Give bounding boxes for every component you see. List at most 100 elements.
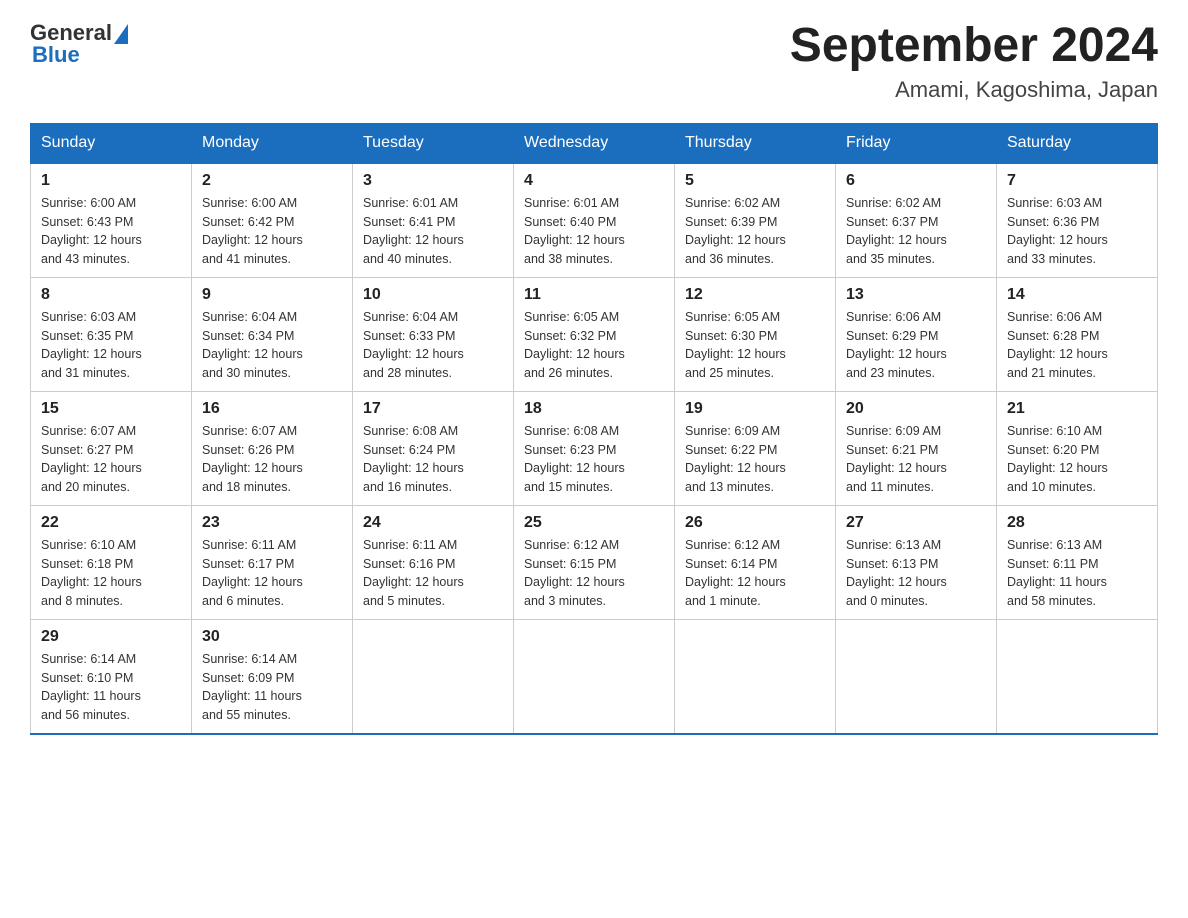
calendar-cell: 28 Sunrise: 6:13 AMSunset: 6:11 PMDayligh…	[997, 505, 1158, 619]
logo-triangle-icon	[114, 24, 128, 44]
day-info: Sunrise: 6:08 AMSunset: 6:23 PMDaylight:…	[524, 422, 664, 497]
calendar-cell: 18Sunrise: 6:08 AMSunset: 6:23 PMDayligh…	[514, 391, 675, 505]
title-block: September 2024 Amami, Kagoshima, Japan	[790, 20, 1158, 103]
calendar-cell: 17Sunrise: 6:08 AMSunset: 6:24 PMDayligh…	[353, 391, 514, 505]
day-info: Sunrise: 6:04 AMSunset: 6:34 PMDaylight:…	[202, 308, 342, 383]
calendar-week-1: 1Sunrise: 6:00 AMSunset: 6:43 PMDaylight…	[31, 163, 1158, 278]
calendar-cell: 9 Sunrise: 6:04 AMSunset: 6:34 PMDaylight…	[192, 277, 353, 391]
day-number: 15	[41, 400, 181, 418]
day-info: Sunrise: 6:13 AMSunset: 6:11 PMDaylight:…	[1007, 536, 1147, 611]
calendar-cell: 26 Sunrise: 6:12 AMSunset: 6:14 PMDayligh…	[675, 505, 836, 619]
day-info: Sunrise: 6:02 AMSunset: 6:39 PMDaylight:…	[685, 194, 825, 269]
day-number: 7	[1007, 172, 1147, 190]
month-title: September 2024	[790, 20, 1158, 73]
logo: General Blue	[30, 20, 128, 68]
day-number: 24	[363, 514, 503, 532]
calendar-table: SundayMondayTuesdayWednesdayThursdayFrid…	[30, 123, 1158, 735]
calendar-cell: 25 Sunrise: 6:12 AMSunset: 6:15 PMDayligh…	[514, 505, 675, 619]
day-number: 30	[202, 628, 342, 646]
calendar-cell: 10 Sunrise: 6:04 AMSunset: 6:33 PMDayligh…	[353, 277, 514, 391]
day-info: Sunrise: 6:10 AMSunset: 6:18 PMDaylight:…	[41, 536, 181, 611]
day-info: Sunrise: 6:06 AMSunset: 6:28 PMDaylight:…	[1007, 308, 1147, 383]
day-info: Sunrise: 6:04 AMSunset: 6:33 PMDaylight:…	[363, 308, 503, 383]
calendar-cell: 1Sunrise: 6:00 AMSunset: 6:43 PMDaylight…	[31, 163, 192, 278]
header-day-friday: Friday	[836, 123, 997, 163]
calendar-week-2: 8Sunrise: 6:03 AMSunset: 6:35 PMDaylight…	[31, 277, 1158, 391]
day-number: 26	[685, 514, 825, 532]
day-number: 9	[202, 286, 342, 304]
calendar-cell	[514, 619, 675, 734]
calendar-cell	[675, 619, 836, 734]
day-number: 28	[1007, 514, 1147, 532]
day-info: Sunrise: 6:12 AMSunset: 6:14 PMDaylight:…	[685, 536, 825, 611]
page-header: General Blue September 2024 Amami, Kagos…	[30, 20, 1158, 103]
header-day-monday: Monday	[192, 123, 353, 163]
day-number: 29	[41, 628, 181, 646]
day-number: 10	[363, 286, 503, 304]
day-number: 5	[685, 172, 825, 190]
day-info: Sunrise: 6:08 AMSunset: 6:24 PMDaylight:…	[363, 422, 503, 497]
calendar-cell: 14 Sunrise: 6:06 AMSunset: 6:28 PMDayligh…	[997, 277, 1158, 391]
day-info: Sunrise: 6:11 AMSunset: 6:16 PMDaylight:…	[363, 536, 503, 611]
calendar-cell: 7 Sunrise: 6:03 AMSunset: 6:36 PMDaylight…	[997, 163, 1158, 278]
day-number: 8	[41, 286, 181, 304]
calendar-cell: 23Sunrise: 6:11 AMSunset: 6:17 PMDayligh…	[192, 505, 353, 619]
day-number: 4	[524, 172, 664, 190]
day-number: 14	[1007, 286, 1147, 304]
calendar-cell: 15 Sunrise: 6:07 AMSunset: 6:27 PMDayligh…	[31, 391, 192, 505]
day-number: 27	[846, 514, 986, 532]
calendar-cell: 12Sunrise: 6:05 AMSunset: 6:30 PMDayligh…	[675, 277, 836, 391]
day-number: 16	[202, 400, 342, 418]
calendar-header: SundayMondayTuesdayWednesdayThursdayFrid…	[31, 123, 1158, 163]
calendar-cell: 11Sunrise: 6:05 AMSunset: 6:32 PMDayligh…	[514, 277, 675, 391]
day-info: Sunrise: 6:14 AMSunset: 6:09 PMDaylight:…	[202, 650, 342, 725]
location-subtitle: Amami, Kagoshima, Japan	[790, 77, 1158, 103]
day-number: 1	[41, 172, 181, 190]
header-day-saturday: Saturday	[997, 123, 1158, 163]
day-number: 19	[685, 400, 825, 418]
day-number: 6	[846, 172, 986, 190]
calendar-cell: 21Sunrise: 6:10 AMSunset: 6:20 PMDayligh…	[997, 391, 1158, 505]
logo-blue-text: Blue	[32, 42, 80, 68]
header-day-tuesday: Tuesday	[353, 123, 514, 163]
calendar-cell: 16 Sunrise: 6:07 AMSunset: 6:26 PMDayligh…	[192, 391, 353, 505]
calendar-cell: 24 Sunrise: 6:11 AMSunset: 6:16 PMDayligh…	[353, 505, 514, 619]
day-number: 13	[846, 286, 986, 304]
calendar-cell: 5 Sunrise: 6:02 AMSunset: 6:39 PMDaylight…	[675, 163, 836, 278]
day-info: Sunrise: 6:02 AMSunset: 6:37 PMDaylight:…	[846, 194, 986, 269]
day-number: 12	[685, 286, 825, 304]
day-info: Sunrise: 6:01 AMSunset: 6:41 PMDaylight:…	[363, 194, 503, 269]
calendar-cell: 19Sunrise: 6:09 AMSunset: 6:22 PMDayligh…	[675, 391, 836, 505]
day-number: 2	[202, 172, 342, 190]
day-number: 22	[41, 514, 181, 532]
calendar-week-3: 15 Sunrise: 6:07 AMSunset: 6:27 PMDayligh…	[31, 391, 1158, 505]
day-number: 23	[202, 514, 342, 532]
calendar-cell: 30 Sunrise: 6:14 AMSunset: 6:09 PMDayligh…	[192, 619, 353, 734]
day-info: Sunrise: 6:14 AMSunset: 6:10 PMDaylight:…	[41, 650, 181, 725]
day-info: Sunrise: 6:07 AMSunset: 6:26 PMDaylight:…	[202, 422, 342, 497]
day-info: Sunrise: 6:10 AMSunset: 6:20 PMDaylight:…	[1007, 422, 1147, 497]
calendar-week-5: 29 Sunrise: 6:14 AMSunset: 6:10 PMDayligh…	[31, 619, 1158, 734]
day-info: Sunrise: 6:00 AMSunset: 6:42 PMDaylight:…	[202, 194, 342, 269]
day-info: Sunrise: 6:03 AMSunset: 6:36 PMDaylight:…	[1007, 194, 1147, 269]
day-number: 25	[524, 514, 664, 532]
calendar-cell: 20 Sunrise: 6:09 AMSunset: 6:21 PMDayligh…	[836, 391, 997, 505]
calendar-cell	[353, 619, 514, 734]
calendar-cell: 22 Sunrise: 6:10 AMSunset: 6:18 PMDayligh…	[31, 505, 192, 619]
day-number: 11	[524, 286, 664, 304]
calendar-cell: 2 Sunrise: 6:00 AMSunset: 6:42 PMDaylight…	[192, 163, 353, 278]
day-info: Sunrise: 6:07 AMSunset: 6:27 PMDaylight:…	[41, 422, 181, 497]
day-info: Sunrise: 6:09 AMSunset: 6:21 PMDaylight:…	[846, 422, 986, 497]
calendar-cell: 13Sunrise: 6:06 AMSunset: 6:29 PMDayligh…	[836, 277, 997, 391]
calendar-cell: 3 Sunrise: 6:01 AMSunset: 6:41 PMDaylight…	[353, 163, 514, 278]
header-day-thursday: Thursday	[675, 123, 836, 163]
day-number: 20	[846, 400, 986, 418]
day-number: 3	[363, 172, 503, 190]
calendar-cell	[836, 619, 997, 734]
day-info: Sunrise: 6:12 AMSunset: 6:15 PMDaylight:…	[524, 536, 664, 611]
calendar-body: 1Sunrise: 6:00 AMSunset: 6:43 PMDaylight…	[31, 163, 1158, 734]
calendar-cell: 27 Sunrise: 6:13 AMSunset: 6:13 PMDayligh…	[836, 505, 997, 619]
header-row: SundayMondayTuesdayWednesdayThursdayFrid…	[31, 123, 1158, 163]
calendar-cell: 6 Sunrise: 6:02 AMSunset: 6:37 PMDaylight…	[836, 163, 997, 278]
day-info: Sunrise: 6:13 AMSunset: 6:13 PMDaylight:…	[846, 536, 986, 611]
